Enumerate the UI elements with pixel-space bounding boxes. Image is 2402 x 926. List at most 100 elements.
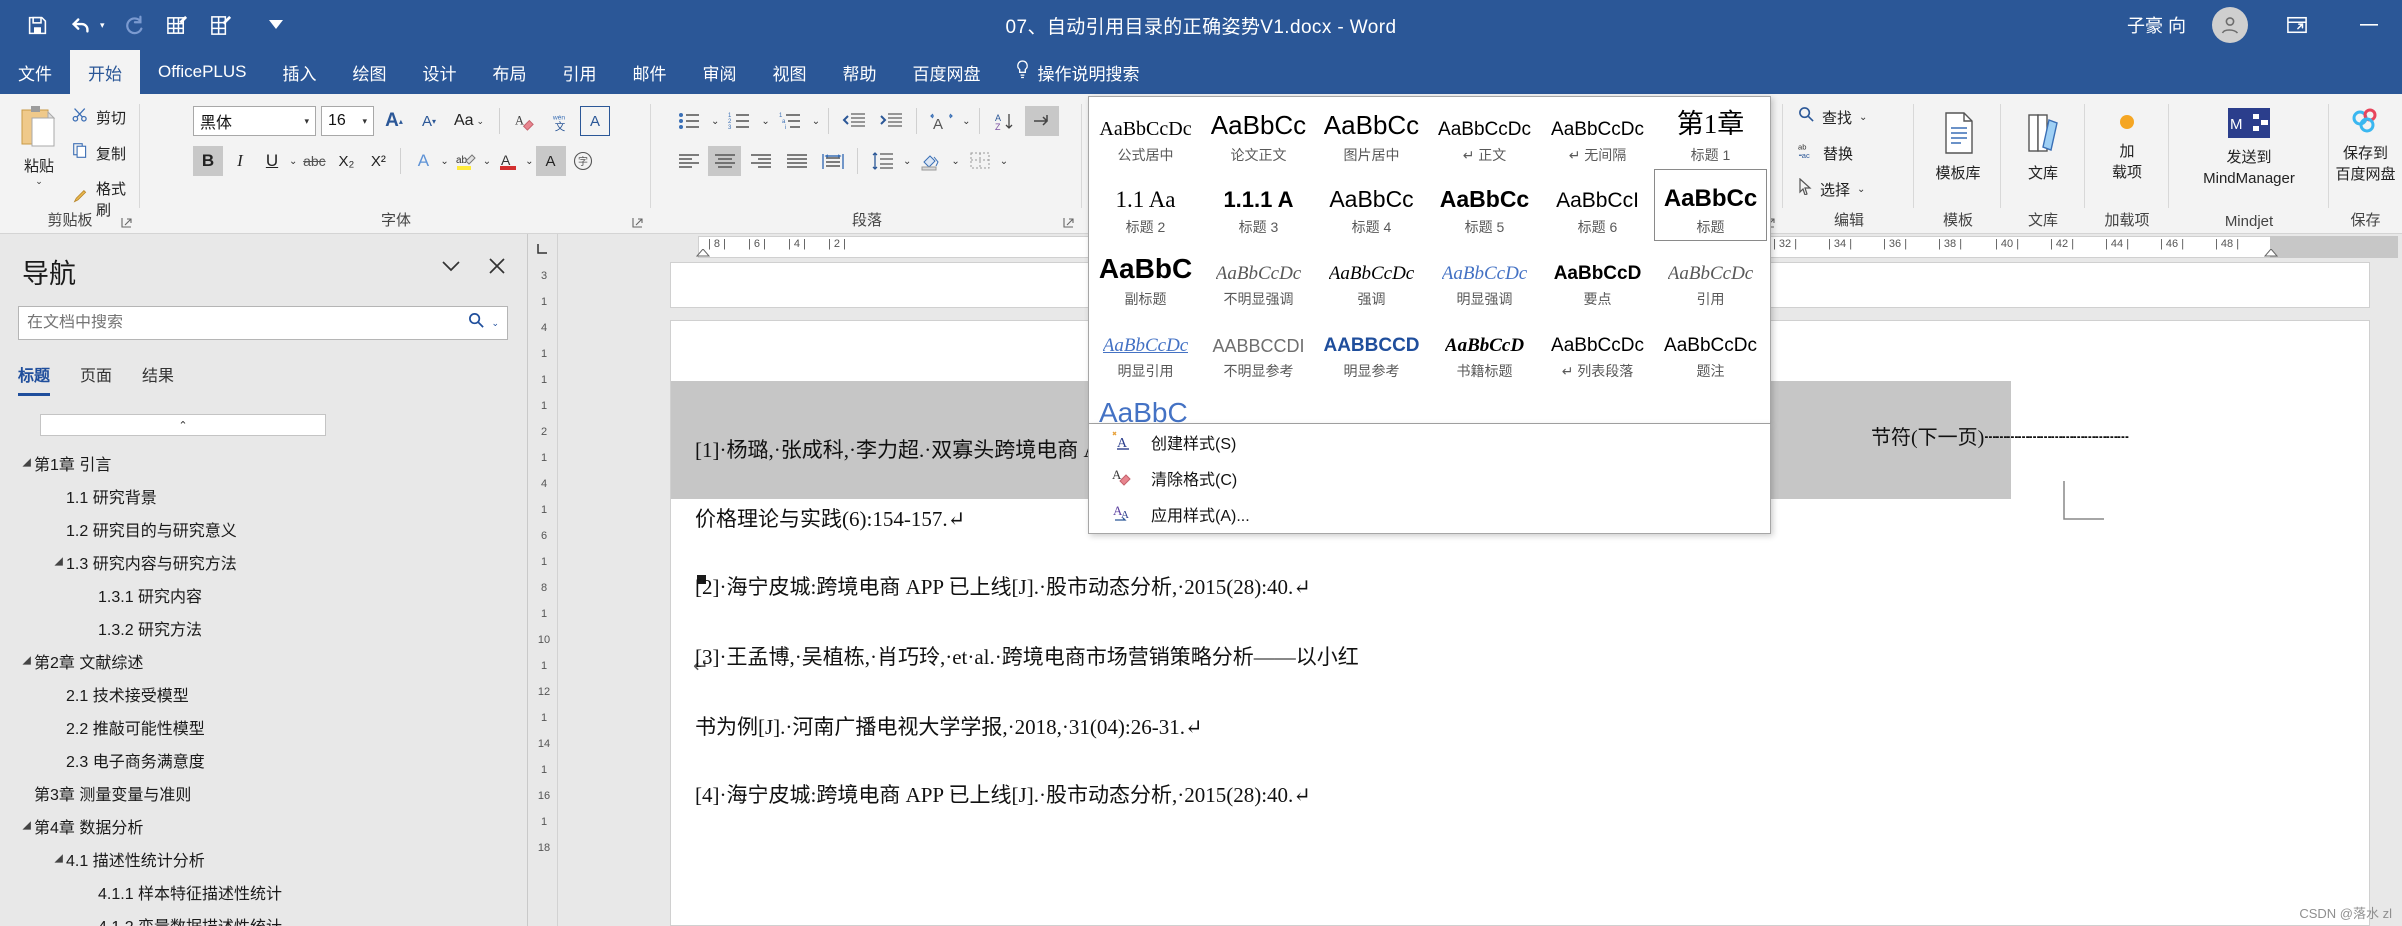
font-dialog-launcher[interactable]: [631, 216, 645, 230]
document-paragraph[interactable]: [2]·海宁皮城:跨境电商 APP 已上线[J].·股市动态分析,·2015(2…: [695, 571, 1311, 601]
tab-stop-selector-icon[interactable]: [530, 236, 556, 262]
line-spacing-dropdown-icon[interactable]: ⌄: [903, 156, 911, 167]
nav-heading-item[interactable]: 4.1.2 变量数据描述性统计: [8, 908, 524, 926]
style-gallery-item[interactable]: AaBbCcDc 公式居中: [1089, 97, 1202, 169]
superscript-button[interactable]: X²: [363, 146, 393, 176]
ribbon-display-options-icon[interactable]: [2274, 2, 2320, 48]
style-gallery-item[interactable]: AaBbCc 标题 5: [1428, 169, 1541, 241]
nav-heading-item[interactable]: 1.3.1 研究内容: [8, 578, 524, 611]
multilevel-dropdown-icon[interactable]: ⌄: [812, 116, 820, 127]
search-icon[interactable]: [468, 312, 485, 334]
nav-heading-item[interactable]: ◢ 4.1 描述性统计分析: [8, 842, 524, 875]
nav-heading-item[interactable]: 2.3 电子商务满意度: [8, 743, 524, 776]
cut-button[interactable]: 剪切: [72, 106, 126, 128]
document-paragraph[interactable]: [4]·海宁皮城:跨境电商 APP 已上线[J].·股市动态分析,·2015(2…: [695, 779, 1311, 809]
tab-references[interactable]: 引用: [545, 50, 615, 94]
expand-triangle-icon[interactable]: ◢: [20, 818, 33, 834]
style-menu-item[interactable]: A 创建样式(S): [1089, 424, 1770, 460]
distributed-align-icon[interactable]: [816, 146, 849, 176]
style-gallery-item[interactable]: AaBbCcD 书籍标题: [1428, 313, 1541, 385]
search-options-dropdown-icon[interactable]: ⌄: [491, 318, 499, 329]
nav-heading-item[interactable]: 第3章 测量变量与准则: [8, 776, 524, 809]
style-gallery-item[interactable]: AaBbCcI 标题 6: [1541, 169, 1654, 241]
paste-button[interactable]: 粘贴 ⌄: [8, 104, 70, 187]
tab-home[interactable]: 开始: [70, 50, 140, 94]
style-menu-item[interactable]: A A 应用样式(A)...: [1089, 496, 1770, 532]
replace-button[interactable]: ab ac 替换: [1798, 142, 1853, 164]
nav-heading-item[interactable]: 2.2 推敲可能性模型: [8, 710, 524, 743]
addins-button[interactable]: 加 载项: [2085, 94, 2169, 182]
borders-dropdown-icon[interactable]: ⌄: [1000, 156, 1008, 167]
underline-dropdown-icon[interactable]: ⌄: [289, 156, 297, 167]
nav-heading-item[interactable]: ◢ 第4章 数据分析: [8, 809, 524, 842]
text-effects-dropdown-icon[interactable]: ⌄: [440, 156, 448, 167]
sort-icon[interactable]: A Z: [988, 106, 1022, 136]
expand-triangle-icon[interactable]: ◢: [52, 554, 65, 570]
account-name[interactable]: 子豪 向: [2127, 12, 2186, 38]
avatar[interactable]: [2212, 7, 2248, 43]
tab-help[interactable]: 帮助: [825, 50, 895, 94]
enclose-characters-icon[interactable]: 字: [568, 146, 598, 176]
character-shading-icon[interactable]: A: [535, 146, 566, 176]
table-edit-icon[interactable]: [207, 10, 237, 40]
nav-heading-item[interactable]: 1.2 研究目的与研究意义: [8, 512, 524, 545]
tab-design[interactable]: 设计: [405, 50, 475, 94]
tab-insert[interactable]: 插入: [265, 50, 335, 94]
chevron-down-icon[interactable]: [437, 252, 465, 280]
style-gallery-item[interactable]: AaBbCc 论文正文: [1202, 97, 1315, 169]
save-to-baidu-netdisk-button[interactable]: 保存到 百度网盘: [2329, 94, 2402, 184]
library-button[interactable]: 文库: [2001, 94, 2085, 182]
nav-tab-results[interactable]: 结果: [142, 362, 174, 396]
align-right-icon[interactable]: [744, 146, 777, 176]
tab-baidunetdisk[interactable]: 百度网盘: [895, 50, 999, 94]
numbering-icon[interactable]: 1 2 3: [722, 106, 758, 136]
change-case-icon[interactable]: Aa ⌄: [449, 106, 489, 136]
document-paragraph[interactable]: [3]·王孟博,·吴植栋,·肖巧玲,·et·al.·跨境电商市场营销策略分析——…: [695, 641, 1359, 671]
undo-icon[interactable]: [66, 10, 96, 40]
clipboard-dialog-launcher[interactable]: [120, 216, 134, 230]
clear-all-formatting-icon[interactable]: A: [510, 106, 540, 136]
style-gallery-item[interactable]: AaBbCcDc 强调: [1315, 241, 1428, 313]
align-center-icon[interactable]: [708, 146, 741, 176]
tab-draw[interactable]: 绘图: [335, 50, 405, 94]
select-dropdown-icon[interactable]: ⌄: [1857, 184, 1865, 195]
font-color-icon[interactable]: A: [493, 146, 523, 176]
font-name-combobox[interactable]: 黑体 ▾: [193, 106, 316, 136]
style-gallery-item[interactable]: 第1章 标题 1: [1654, 97, 1767, 169]
table-draw-icon[interactable]: [163, 10, 193, 40]
chinese-layout-dropdown-icon[interactable]: ⌄: [962, 116, 970, 127]
multilevel-list-icon[interactable]: 1 a i: [773, 106, 809, 136]
navigation-search-box[interactable]: ⌄: [18, 306, 508, 340]
increase-indent-icon[interactable]: [874, 106, 908, 136]
expand-triangle-icon[interactable]: ◢: [20, 653, 33, 669]
bullets-dropdown-icon[interactable]: ⌄: [711, 116, 719, 127]
underline-button[interactable]: U: [257, 146, 287, 176]
tab-review[interactable]: 审阅: [685, 50, 755, 94]
numbering-dropdown-icon[interactable]: ⌄: [761, 116, 769, 127]
styles-gallery-popup[interactable]: AaBbCcDc 公式居中 AaBbCc 论文正文 AaBbCc 图片居中 AaBbCcDc…: [1088, 96, 1771, 451]
nav-heading-item[interactable]: 1.3.2 研究方法: [8, 611, 524, 644]
paste-dropdown-icon[interactable]: ⌄: [35, 176, 43, 187]
tell-me-search[interactable]: 操作说明搜索: [999, 50, 1156, 94]
paragraph-dialog-launcher[interactable]: [1062, 216, 1076, 230]
select-button[interactable]: 选择 ⌄: [1798, 177, 1865, 200]
shrink-font-icon[interactable]: A ▾: [414, 106, 444, 136]
tab-view[interactable]: 视图: [755, 50, 825, 94]
bold-button[interactable]: B: [193, 146, 223, 176]
document-paragraph[interactable]: 价格理论与实践(6):154-157.↵: [695, 503, 965, 533]
find-dropdown-icon[interactable]: ⌄: [1859, 112, 1867, 123]
bullets-icon[interactable]: [672, 106, 708, 136]
style-gallery-item[interactable]: AABBCCDI 不明显参考: [1202, 313, 1315, 385]
nav-heading-item[interactable]: ◢ 1.3 研究内容与研究方法: [8, 545, 524, 578]
style-gallery-item[interactable]: AaBbC 副标题: [1089, 241, 1202, 313]
vertical-ruler[interactable]: 3 1 4 1 1 1 2 1 4 1 6 1 8 1 10 1 12 1 14 1 16 1 18: [528, 234, 558, 926]
nav-tab-pages[interactable]: 页面: [80, 362, 112, 396]
minimize-button[interactable]: [2346, 2, 2392, 48]
style-gallery-item[interactable]: AaBbCcDc ↵ 正文: [1428, 97, 1541, 169]
style-gallery-item[interactable]: AABBCCD 明显参考: [1315, 313, 1428, 385]
style-gallery-item[interactable]: AaBbCcDc ↵ 无间隔: [1541, 97, 1654, 169]
style-gallery-item[interactable]: AaBbCcDc 明显引用: [1089, 313, 1202, 385]
strikethrough-button[interactable]: abc: [299, 146, 329, 176]
line-spacing-icon[interactable]: [866, 146, 900, 176]
close-icon[interactable]: [483, 252, 511, 280]
